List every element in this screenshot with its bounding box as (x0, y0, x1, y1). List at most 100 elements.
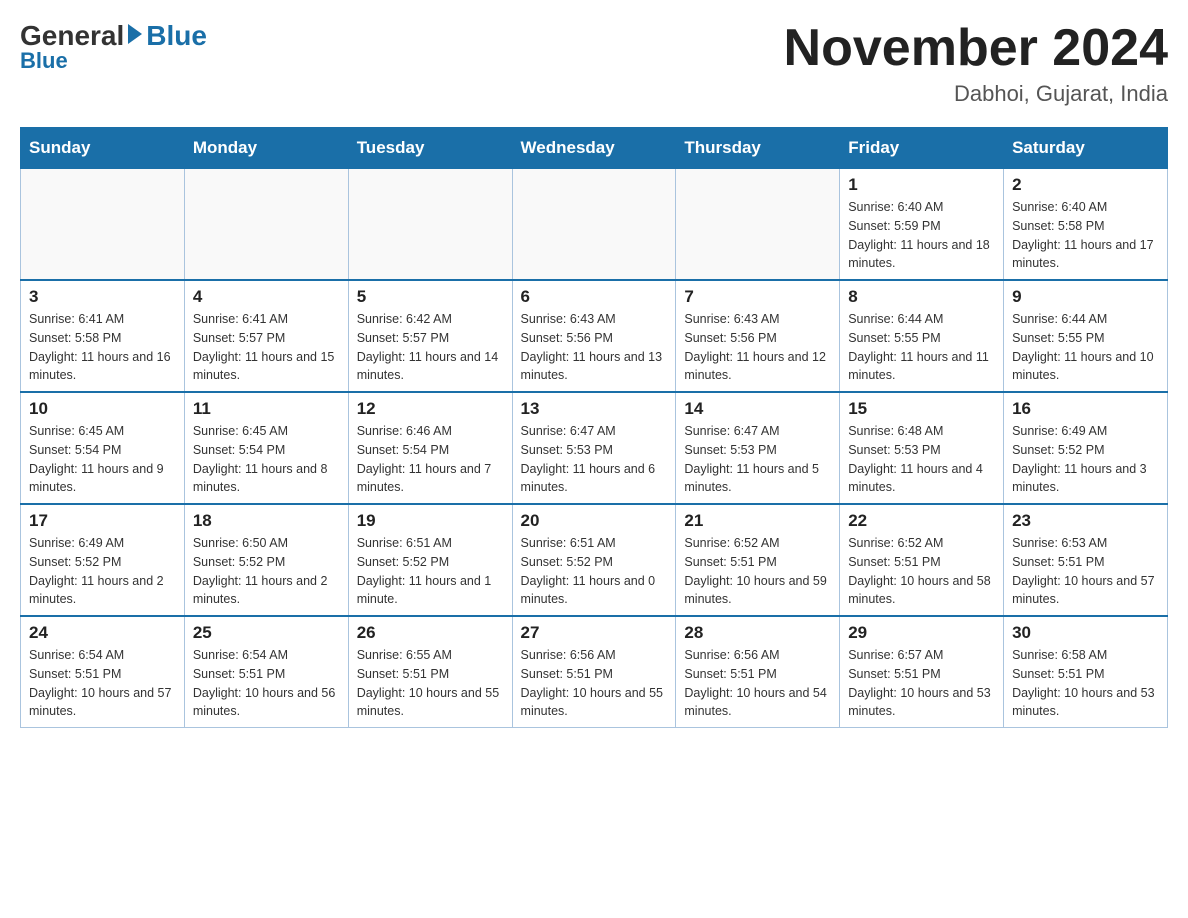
day-number: 16 (1012, 399, 1159, 419)
calendar-cell: 29 Sunrise: 6:57 AM Sunset: 5:51 PM Dayli… (840, 616, 1004, 728)
calendar-cell: 15Sunrise: 6:48 AM Sunset: 5:53 PM Dayli… (840, 392, 1004, 504)
day-info: Sunrise: 6:41 AM Sunset: 5:57 PM Dayligh… (193, 310, 340, 385)
day-info: Sunrise: 6:44 AM Sunset: 5:55 PM Dayligh… (848, 310, 995, 385)
day-number: 7 (684, 287, 831, 307)
calendar-cell: 25 Sunrise: 6:54 AM Sunset: 5:51 PM Dayli… (184, 616, 348, 728)
day-number: 19 (357, 511, 504, 531)
day-info: Sunrise: 6:45 AM Sunset: 5:54 PM Dayligh… (193, 422, 340, 497)
calendar-cell (676, 169, 840, 281)
day-info: Sunrise: 6:53 AM Sunset: 5:51 PM Dayligh… (1012, 534, 1159, 609)
calendar-header-row: SundayMondayTuesdayWednesdayThursdayFrid… (21, 128, 1168, 169)
calendar-cell: 12 Sunrise: 6:46 AM Sunset: 5:54 PM Dayli… (348, 392, 512, 504)
calendar-cell: 17 Sunrise: 6:49 AM Sunset: 5:52 PM Dayli… (21, 504, 185, 616)
day-number: 3 (29, 287, 176, 307)
logo: General Blue Blue (20, 20, 207, 74)
calendar-cell: 19 Sunrise: 6:51 AM Sunset: 5:52 PM Dayli… (348, 504, 512, 616)
day-number: 10 (29, 399, 176, 419)
calendar-cell: 2Sunrise: 6:40 AM Sunset: 5:58 PM Daylig… (1004, 169, 1168, 281)
day-number: 11 (193, 399, 340, 419)
page-header: General Blue Blue November 2024 Dabhoi, … (20, 20, 1168, 107)
day-info: Sunrise: 6:40 AM Sunset: 5:58 PM Dayligh… (1012, 198, 1159, 273)
calendar-cell (348, 169, 512, 281)
calendar-cell: 9 Sunrise: 6:44 AM Sunset: 5:55 PM Daylig… (1004, 280, 1168, 392)
day-number: 29 (848, 623, 995, 643)
column-header-wednesday: Wednesday (512, 128, 676, 169)
calendar-cell: 16 Sunrise: 6:49 AM Sunset: 5:52 PM Dayli… (1004, 392, 1168, 504)
column-header-tuesday: Tuesday (348, 128, 512, 169)
day-number: 14 (684, 399, 831, 419)
day-info: Sunrise: 6:49 AM Sunset: 5:52 PM Dayligh… (1012, 422, 1159, 497)
day-info: Sunrise: 6:46 AM Sunset: 5:54 PM Dayligh… (357, 422, 504, 497)
calendar-cell (184, 169, 348, 281)
calendar-cell: 6Sunrise: 6:43 AM Sunset: 5:56 PM Daylig… (512, 280, 676, 392)
day-number: 5 (357, 287, 504, 307)
day-info: Sunrise: 6:45 AM Sunset: 5:54 PM Dayligh… (29, 422, 176, 497)
day-info: Sunrise: 6:51 AM Sunset: 5:52 PM Dayligh… (357, 534, 504, 609)
day-info: Sunrise: 6:55 AM Sunset: 5:51 PM Dayligh… (357, 646, 504, 721)
title-block: November 2024 Dabhoi, Gujarat, India (784, 20, 1168, 107)
calendar-cell: 13 Sunrise: 6:47 AM Sunset: 5:53 PM Dayli… (512, 392, 676, 504)
calendar-cell: 18Sunrise: 6:50 AM Sunset: 5:52 PM Dayli… (184, 504, 348, 616)
calendar-cell: 23 Sunrise: 6:53 AM Sunset: 5:51 PM Dayli… (1004, 504, 1168, 616)
calendar-cell: 7 Sunrise: 6:43 AM Sunset: 5:56 PM Daylig… (676, 280, 840, 392)
logo-arrow-icon (128, 24, 142, 44)
column-header-sunday: Sunday (21, 128, 185, 169)
day-number: 9 (1012, 287, 1159, 307)
calendar-cell: 5 Sunrise: 6:42 AM Sunset: 5:57 PM Daylig… (348, 280, 512, 392)
calendar-cell: 20Sunrise: 6:51 AM Sunset: 5:52 PM Dayli… (512, 504, 676, 616)
logo-subtitle: Blue (20, 48, 68, 74)
calendar-cell: 8Sunrise: 6:44 AM Sunset: 5:55 PM Daylig… (840, 280, 1004, 392)
calendar-table: SundayMondayTuesdayWednesdayThursdayFrid… (20, 127, 1168, 728)
calendar-cell: 30Sunrise: 6:58 AM Sunset: 5:51 PM Dayli… (1004, 616, 1168, 728)
day-number: 22 (848, 511, 995, 531)
day-number: 17 (29, 511, 176, 531)
day-info: Sunrise: 6:43 AM Sunset: 5:56 PM Dayligh… (684, 310, 831, 385)
day-number: 4 (193, 287, 340, 307)
day-info: Sunrise: 6:54 AM Sunset: 5:51 PM Dayligh… (29, 646, 176, 721)
day-info: Sunrise: 6:47 AM Sunset: 5:53 PM Dayligh… (684, 422, 831, 497)
calendar-cell: 4 Sunrise: 6:41 AM Sunset: 5:57 PM Daylig… (184, 280, 348, 392)
day-info: Sunrise: 6:54 AM Sunset: 5:51 PM Dayligh… (193, 646, 340, 721)
day-number: 12 (357, 399, 504, 419)
calendar-cell: 21 Sunrise: 6:52 AM Sunset: 5:51 PM Dayli… (676, 504, 840, 616)
column-header-saturday: Saturday (1004, 128, 1168, 169)
calendar-cell: 26 Sunrise: 6:55 AM Sunset: 5:51 PM Dayli… (348, 616, 512, 728)
calendar-week-row: 3 Sunrise: 6:41 AM Sunset: 5:58 PM Daylig… (21, 280, 1168, 392)
day-info: Sunrise: 6:40 AM Sunset: 5:59 PM Dayligh… (848, 198, 995, 273)
day-info: Sunrise: 6:56 AM Sunset: 5:51 PM Dayligh… (521, 646, 668, 721)
calendar-cell (512, 169, 676, 281)
day-number: 13 (521, 399, 668, 419)
calendar-week-row: 1Sunrise: 6:40 AM Sunset: 5:59 PM Daylig… (21, 169, 1168, 281)
calendar-week-row: 17 Sunrise: 6:49 AM Sunset: 5:52 PM Dayli… (21, 504, 1168, 616)
calendar-week-row: 10 Sunrise: 6:45 AM Sunset: 5:54 PM Dayli… (21, 392, 1168, 504)
calendar-cell (21, 169, 185, 281)
day-number: 18 (193, 511, 340, 531)
day-info: Sunrise: 6:47 AM Sunset: 5:53 PM Dayligh… (521, 422, 668, 497)
calendar-title: November 2024 (784, 20, 1168, 77)
calendar-cell: 27 Sunrise: 6:56 AM Sunset: 5:51 PM Dayli… (512, 616, 676, 728)
day-info: Sunrise: 6:48 AM Sunset: 5:53 PM Dayligh… (848, 422, 995, 497)
calendar-cell: 14 Sunrise: 6:47 AM Sunset: 5:53 PM Dayli… (676, 392, 840, 504)
calendar-cell: 28Sunrise: 6:56 AM Sunset: 5:51 PM Dayli… (676, 616, 840, 728)
calendar-cell: 24Sunrise: 6:54 AM Sunset: 5:51 PM Dayli… (21, 616, 185, 728)
day-info: Sunrise: 6:51 AM Sunset: 5:52 PM Dayligh… (521, 534, 668, 609)
day-info: Sunrise: 6:49 AM Sunset: 5:52 PM Dayligh… (29, 534, 176, 609)
day-number: 26 (357, 623, 504, 643)
logo-blue-text: Blue (146, 20, 207, 52)
day-number: 25 (193, 623, 340, 643)
day-number: 6 (521, 287, 668, 307)
day-number: 21 (684, 511, 831, 531)
day-info: Sunrise: 6:41 AM Sunset: 5:58 PM Dayligh… (29, 310, 176, 385)
day-info: Sunrise: 6:57 AM Sunset: 5:51 PM Dayligh… (848, 646, 995, 721)
calendar-cell: 22Sunrise: 6:52 AM Sunset: 5:51 PM Dayli… (840, 504, 1004, 616)
calendar-cell: 10 Sunrise: 6:45 AM Sunset: 5:54 PM Dayli… (21, 392, 185, 504)
day-info: Sunrise: 6:52 AM Sunset: 5:51 PM Dayligh… (684, 534, 831, 609)
day-number: 23 (1012, 511, 1159, 531)
day-number: 28 (684, 623, 831, 643)
day-info: Sunrise: 6:44 AM Sunset: 5:55 PM Dayligh… (1012, 310, 1159, 385)
day-number: 27 (521, 623, 668, 643)
day-info: Sunrise: 6:42 AM Sunset: 5:57 PM Dayligh… (357, 310, 504, 385)
calendar-subtitle: Dabhoi, Gujarat, India (784, 81, 1168, 107)
column-header-monday: Monday (184, 128, 348, 169)
calendar-week-row: 24Sunrise: 6:54 AM Sunset: 5:51 PM Dayli… (21, 616, 1168, 728)
